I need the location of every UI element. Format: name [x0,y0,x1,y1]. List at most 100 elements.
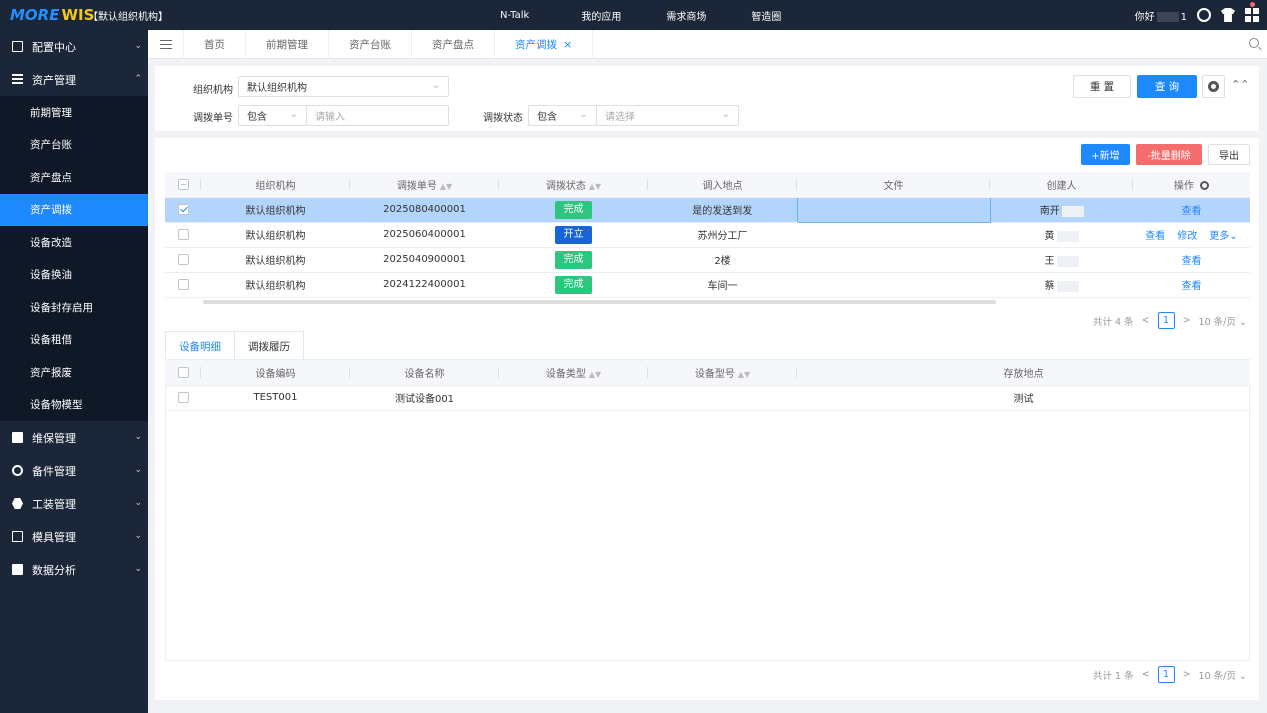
tab-home[interactable]: 首页 [184,29,246,59]
org-switcher[interactable]: 【默认组织机构】 [88,8,168,23]
table-row[interactable]: 默认组织机构 2025060400001 开立 苏州分工厂 黄 查看 修改 更多⌄ [165,222,1250,248]
tab-label: 资产盘点 [432,38,474,51]
sidebar-group-molds[interactable]: 模具管理 ⌄ [0,520,148,553]
add-button[interactable]: +新增 [1081,144,1130,165]
creator-name: 王 [1044,256,1055,267]
pager-size-select[interactable]: 10 条/页 ⌄ [1199,668,1247,682]
sidebar-item-oil-change[interactable]: 设备换油 [0,258,148,291]
row-select-cell[interactable] [165,272,201,298]
sort-icon[interactable]: ▲▼ [738,370,750,379]
pager-next-icon[interactable]: > [1183,669,1191,680]
col-header-transfer-no[interactable]: 调拨单号 ▲▼ [350,172,499,198]
filter-settings-button[interactable] [1202,75,1225,98]
cell-file[interactable] [796,196,991,223]
col-header-equipment-type[interactable]: 设备类型 ▲▼ [499,360,648,386]
menu-fold-icon[interactable] [148,29,184,59]
transfer-status-operator[interactable]: 包含 ⌄ [528,105,597,126]
nav-ntalk[interactable]: N-Talk [500,10,529,21]
sidebar-item-thing-model[interactable]: 设备物模型 [0,388,148,421]
col-header-org: 组织机构 [201,172,350,198]
tab-transfer-history[interactable]: 调拨履历 [234,331,304,360]
status-badge: 完成 [555,200,592,219]
skin-icon[interactable] [1221,8,1235,22]
sidebar-item-scrap[interactable]: 资产报废 [0,356,148,389]
sidebar-item-asset-ledger[interactable]: 资产台账 [0,128,148,161]
sidebar-item-seal-enable[interactable]: 设备封存启用 [0,291,148,324]
chevron-down-icon: ⌄ [289,109,298,120]
sidebar-item-early-stage[interactable]: 前期管理 [0,96,148,129]
query-button[interactable]: 查 询 [1137,75,1197,98]
table-row[interactable]: TEST001 测试设备001 测试 [165,385,1250,411]
user-icon[interactable] [1197,8,1211,22]
sort-icon[interactable]: ▲▼ [589,370,601,379]
tab-asset-inventory[interactable]: 资产盘点 [412,29,495,59]
transfer-no-input[interactable]: 请输入 [306,105,449,126]
transfer-status-select[interactable]: 请选择 ⌄ [596,105,739,126]
search-icon[interactable] [1249,38,1259,48]
batch-delete-button[interactable]: -批量删除 [1136,144,1202,165]
select-all-checkbox[interactable] [177,366,189,378]
pager-page-1[interactable]: 1 [1157,666,1175,683]
creator-name: 南开 [1039,206,1060,217]
nav-my-apps[interactable]: 我的应用 [581,8,621,23]
select-all-checkbox[interactable] [177,178,189,190]
column-settings-gear-icon[interactable] [1200,181,1210,191]
sidebar-group-maintenance[interactable]: 维保管理 ⌄ [0,421,148,454]
table-row[interactable]: 默认组织机构 2025080400001 完成 是的发送到发 南开 查看 [165,196,1250,223]
row-checkbox[interactable] [177,391,189,403]
view-link[interactable]: 查看 [1182,206,1202,217]
tab-asset-ledger[interactable]: 资产台账 [329,29,412,59]
pager-page-1[interactable]: 1 [1157,312,1175,329]
transfer-no-operator[interactable]: 包含 ⌄ [238,105,307,126]
row-select-cell[interactable] [165,247,201,273]
sidebar-group-assets[interactable]: 资产管理 ⌃ [0,63,148,96]
edit-link[interactable]: 修改 [1177,231,1197,242]
view-link[interactable]: 查看 [1182,256,1202,267]
user-greeting[interactable]: 你好 1 [1135,8,1187,23]
main-panel: +新增 -批量删除 导出 组织机构 调拨单号 ▲▼ 调拨状态 ▲▼ 调入地点 文件 … [155,138,1259,700]
sidebar-item-asset-inventory[interactable]: 资产盘点 [0,161,148,194]
nav-demand-market[interactable]: 需求商场 [666,8,706,23]
collapse-chevron-icon[interactable]: ⌃⌃ [1231,78,1249,91]
tab-early-stage[interactable]: 前期管理 [246,29,329,59]
col-header-equipment-model[interactable]: 设备型号 ▲▼ [648,360,797,386]
table-row[interactable]: 默认组织机构 2024122400001 完成 车间一 蔡 查看 [165,272,1250,298]
sidebar-group-spare-parts[interactable]: 备件管理 ⌄ [0,454,148,487]
row-select-cell[interactable] [165,222,201,248]
tab-asset-transfer[interactable]: 资产调拨 × [495,29,594,59]
sort-icon[interactable]: ▲▼ [440,182,452,191]
org-filter-select[interactable]: 默认组织机构 ⌄ [238,76,449,97]
sidebar-group-tooling[interactable]: 工装管理 ⌄ [0,487,148,520]
sidebar-group-config[interactable]: 配置中心 ⌄ [0,30,148,63]
row-checkbox[interactable] [177,228,189,240]
cell-equipment-type [499,385,648,411]
select-all-cell[interactable] [165,360,201,386]
view-link[interactable]: 查看 [1182,281,1202,292]
table-row[interactable]: 默认组织机构 2025040900001 完成 2楼 王 查看 [165,247,1250,273]
sidebar-item-equipment-retrofit[interactable]: 设备改造 [0,226,148,259]
row-checkbox[interactable] [177,278,189,290]
more-link[interactable]: 更多⌄ [1209,231,1237,242]
pager-prev-icon[interactable]: < [1142,315,1150,326]
view-link[interactable]: 查看 [1145,231,1165,242]
pager-size-select[interactable]: 10 条/页 ⌄ [1199,314,1247,328]
close-icon[interactable]: × [563,38,572,51]
pager-next-icon[interactable]: > [1183,315,1191,326]
nav-smart-circle[interactable]: 智造圈 [751,8,781,23]
row-select-cell[interactable] [165,385,201,411]
select-all-cell[interactable] [165,172,201,198]
row-checkbox[interactable] [177,203,189,215]
sidebar-group-analytics[interactable]: 数据分析 ⌄ [0,553,148,586]
col-header-status[interactable]: 调拨状态 ▲▼ [499,172,648,198]
reset-button[interactable]: 重 置 [1073,75,1131,98]
tab-equipment-detail[interactable]: 设备明细 [165,331,234,360]
horizontal-scrollbar[interactable] [203,300,996,304]
pager-prev-icon[interactable]: < [1142,669,1150,680]
sidebar-item-lease[interactable]: 设备租借 [0,323,148,356]
apps-grid-icon[interactable] [1245,8,1259,22]
sort-icon[interactable]: ▲▼ [589,182,601,191]
row-checkbox[interactable] [177,253,189,265]
sidebar-item-asset-transfer[interactable]: 资产调拨 [0,193,148,226]
row-select-cell[interactable] [165,197,201,223]
export-button[interactable]: 导出 [1208,144,1250,165]
